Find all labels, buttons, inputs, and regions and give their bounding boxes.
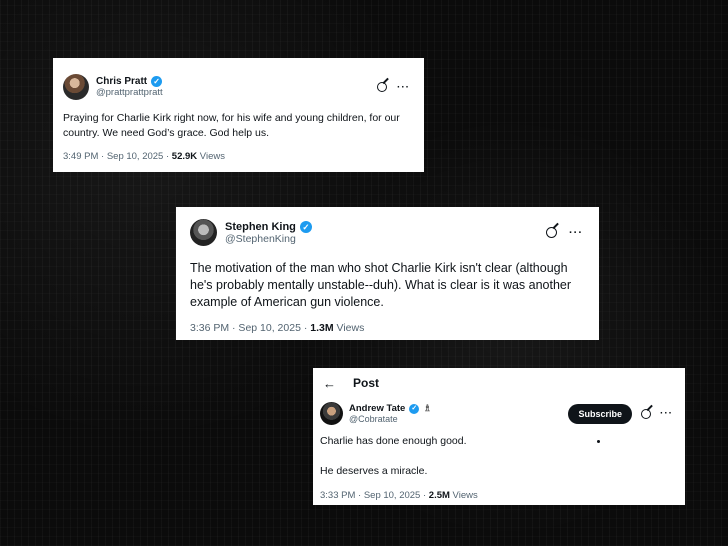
views-label: Views	[449, 490, 478, 501]
more-options-icon[interactable]: ···	[660, 408, 673, 419]
more-options-icon[interactable]: ···	[397, 82, 410, 93]
avatar[interactable]	[190, 219, 217, 246]
views-label: Views	[197, 151, 225, 162]
author-name[interactable]: Andrew Tate	[349, 403, 405, 414]
grok-icon[interactable]	[641, 408, 651, 419]
avatar[interactable]	[320, 402, 343, 425]
tweet-header: Stephen King ✓ @StephenKing ···	[190, 219, 583, 246]
grok-icon[interactable]	[377, 82, 387, 92]
author-handle[interactable]: @Cobratate	[349, 414, 431, 424]
more-options-icon[interactable]: ···	[569, 227, 583, 239]
tweet-header: Chris Pratt ✓ @prattprattpratt ···	[63, 74, 410, 100]
verified-badge-icon: ✓	[409, 403, 420, 414]
post-topbar: ← Post	[319, 374, 673, 392]
grok-icon[interactable]	[546, 227, 557, 238]
view-count: 52.9K	[171, 151, 198, 162]
tweet-meta: 3:36 PM · Sep 10, 2025 · 1.3M Views	[190, 322, 583, 334]
tweet-meta: 3:49 PM · Sep 10, 2025 · 52.9K Views	[63, 151, 410, 162]
tweet-text: Charlie has done enough good. He deserve…	[320, 435, 467, 477]
view-count: 2.5M	[428, 490, 450, 501]
timestamp[interactable]: 3:33 PM · Sep 10, 2025 ·	[320, 490, 429, 501]
verified-badge-icon: ✓	[299, 220, 312, 233]
author-handle[interactable]: @StephenKing	[225, 233, 312, 245]
tweet-text: The motivation of the man who shot Charl…	[190, 261, 572, 309]
tweet-card-andrew-tate[interactable]: ← Post Andrew Tate ✓ ♗ @Cobratate Subscr…	[313, 368, 685, 505]
tweet-card-stephen-king[interactable]: Stephen King ✓ @StephenKing ··· The moti…	[176, 207, 599, 340]
tweet-card-chris-pratt[interactable]: Chris Pratt ✓ @prattprattpratt ··· Prayi…	[53, 58, 424, 172]
timestamp[interactable]: 3:49 PM · Sep 10, 2025 ·	[63, 151, 172, 162]
stray-dot	[597, 440, 600, 443]
subscribe-button[interactable]: Subscribe	[568, 403, 632, 424]
back-arrow-icon[interactable]: ←	[323, 376, 353, 391]
verified-badge-icon: ✓	[151, 76, 163, 87]
affiliate-icon: ♗	[423, 403, 432, 413]
view-count: 1.3M	[310, 322, 334, 334]
tweet-text: Praying for Charlie Kirk right now, for …	[63, 112, 400, 139]
post-title: Post	[353, 376, 380, 390]
author-name[interactable]: Chris Pratt	[96, 76, 147, 87]
author-handle[interactable]: @prattprattpratt	[96, 87, 163, 98]
author-name[interactable]: Stephen King	[225, 221, 296, 233]
views-label: Views	[333, 322, 365, 334]
timestamp[interactable]: 3:36 PM · Sep 10, 2025 ·	[190, 322, 310, 334]
tweet-meta: 3:33 PM · Sep 10, 2025 · 2.5M Views	[319, 490, 673, 501]
avatar[interactable]	[63, 74, 89, 100]
tweet-header: Andrew Tate ✓ ♗ @Cobratate Subscribe ···	[319, 402, 673, 425]
